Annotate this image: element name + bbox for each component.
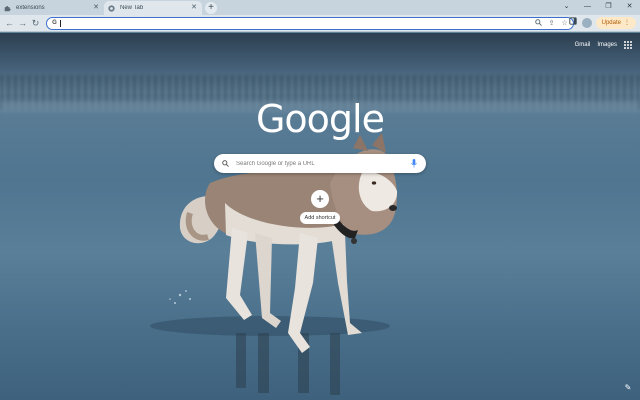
close-icon[interactable]: ✕ [92,4,100,12]
tab-strip: extensions ✕ New Tab ✕ + ⌄ — ❐ ✕ [0,0,640,15]
restore-icon[interactable]: ❐ [598,0,619,14]
add-shortcut-tile[interactable]: + Add shortcut [300,186,340,226]
window-controls: ⌄ — ❐ ✕ [556,0,640,14]
tab-extensions[interactable]: extensions ✕ [0,1,104,15]
microphone-icon[interactable] [410,159,418,169]
toolbar: ← → ↻ G ⇪ ☆ Update ⋮ [0,15,640,32]
chevron-down-icon[interactable]: ⌄ [556,0,577,14]
tab-title: extensions [16,5,45,11]
share-icon[interactable]: ⇪ [547,19,556,28]
side-panel-icon[interactable] [568,17,578,29]
top-links: Gmail Images [575,41,632,49]
forward-icon[interactable]: → [17,18,28,29]
chrome-icon [108,4,115,12]
images-link[interactable]: Images [597,42,617,48]
zoom-icon[interactable] [534,19,543,28]
close-icon[interactable]: ✕ [190,4,198,12]
update-label: Update [601,20,621,26]
puzzle-icon [4,5,11,12]
text-caret [60,20,61,27]
close-window-icon[interactable]: ✕ [619,0,640,14]
search-input[interactable] [236,160,410,167]
update-button[interactable]: Update ⋮ [595,17,636,29]
search-box[interactable] [214,154,426,173]
back-icon[interactable]: ← [4,18,15,29]
add-shortcut-label: Add shortcut [300,212,340,224]
gmail-link[interactable]: Gmail [575,42,591,48]
tab-title: New Tab [120,5,144,11]
tab-new-tab[interactable]: New Tab ✕ [104,1,202,15]
search-icon [222,159,230,168]
plus-icon: + [311,190,329,208]
omnibox[interactable]: G ⇪ ☆ [46,17,574,30]
omnibox-input[interactable] [63,20,573,27]
new-tab-button[interactable]: + [205,2,217,14]
profile-avatar[interactable] [581,18,592,28]
minimize-icon[interactable]: — [577,0,598,14]
google-logo: Google [255,97,385,141]
google-g-icon: G [52,20,57,26]
more-vert-icon: ⋮ [624,20,630,26]
toolbar-right: Update ⋮ [568,17,636,29]
omnibox-actions: ⇪ ☆ [534,19,569,28]
reload-icon[interactable]: ↻ [30,18,41,29]
apps-grid-icon[interactable] [624,41,632,49]
pencil-icon[interactable]: ✎ [622,382,634,394]
new-tab-page: Gmail Images Google + Add shortcut ✎ [0,33,640,400]
